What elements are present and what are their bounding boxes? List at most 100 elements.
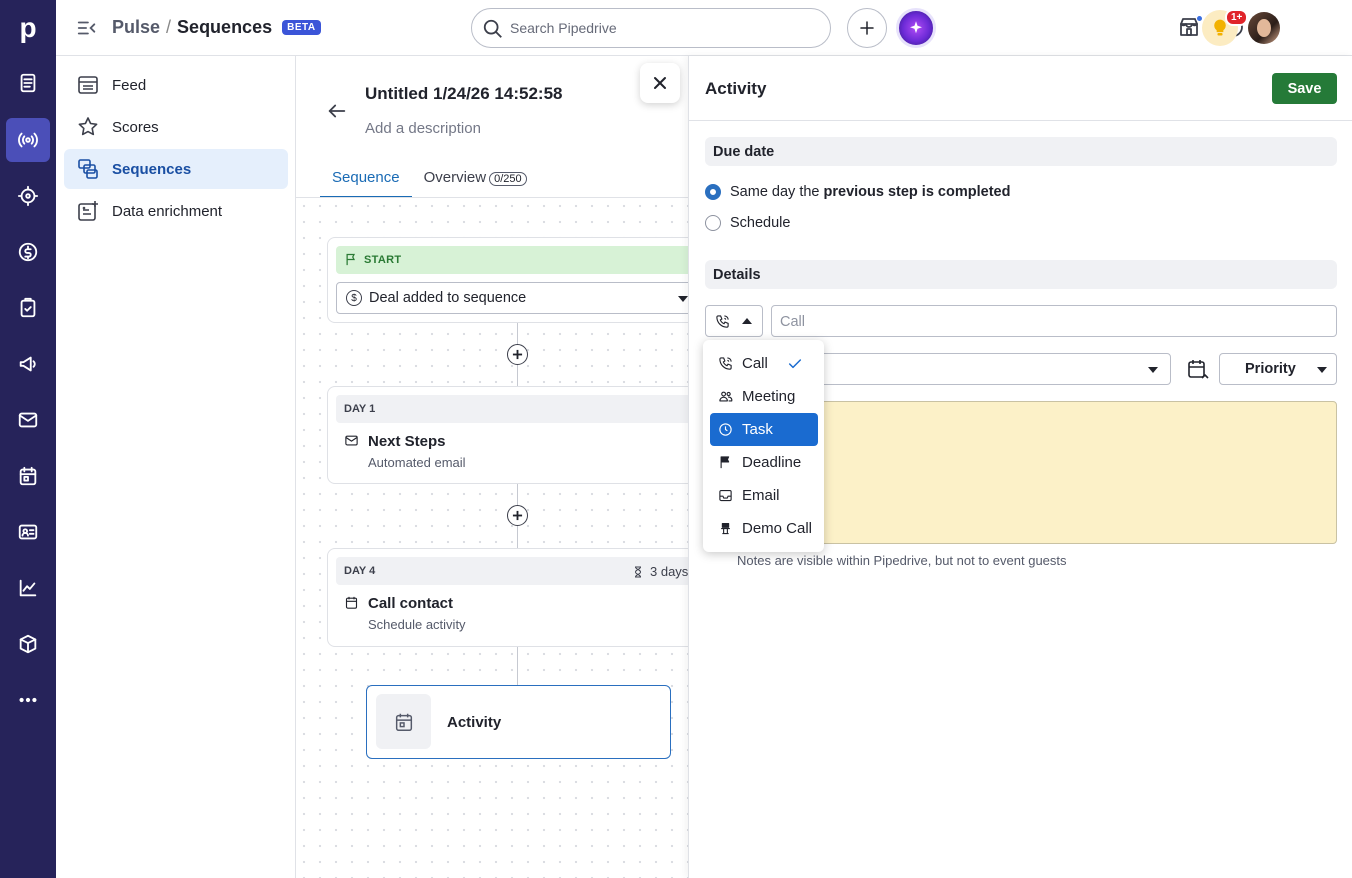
feed-icon xyxy=(76,73,100,97)
dropdown-option-task[interactable]: Task xyxy=(710,413,818,446)
sidebar-item-label: Sequences xyxy=(112,160,192,178)
overview-count-badge: 0/250 xyxy=(489,172,527,186)
deals-icon[interactable] xyxy=(6,230,50,274)
flag-icon xyxy=(718,455,734,471)
tab-sequence[interactable]: Sequence xyxy=(320,154,412,198)
trigger-select[interactable]: $ Deal added to sequence xyxy=(336,282,688,314)
radio-button[interactable] xyxy=(705,215,721,231)
subject-input[interactable]: Call xyxy=(771,305,1337,337)
search-input[interactable]: Search Pipedrive xyxy=(471,8,831,48)
step-subtitle: Schedule activity xyxy=(368,617,466,632)
target-icon[interactable] xyxy=(6,174,50,218)
sparkle-icon xyxy=(910,21,922,34)
leads-icon[interactable] xyxy=(6,61,50,105)
step-card-call-contact[interactable]: DAY 4 3 days Call contact Schedule activ… xyxy=(327,548,688,647)
search-placeholder: Search Pipedrive xyxy=(510,20,617,36)
pipedrive-logo[interactable]: p xyxy=(0,0,56,56)
sidebar-item-label: Feed xyxy=(112,76,147,94)
dropdown-option-email[interactable]: Email xyxy=(710,479,818,512)
ai-assistant-button[interactable] xyxy=(896,8,936,48)
sequence-description[interactable]: Add a description xyxy=(365,120,481,137)
hourglass-icon xyxy=(634,566,642,577)
email-tray-icon xyxy=(718,488,734,504)
user-avatar[interactable] xyxy=(1248,12,1280,44)
calendar-icon xyxy=(344,595,360,611)
details-heading: Details xyxy=(705,260,1337,289)
dropdown-option-call[interactable]: Call xyxy=(710,347,818,380)
step-subtitle: Automated email xyxy=(368,455,466,470)
dropdown-option-demo-call[interactable]: Demo Call xyxy=(710,512,818,545)
step-wait: 3 days xyxy=(632,564,688,579)
add-step-button[interactable] xyxy=(507,344,528,365)
pending-activity-step[interactable]: Activity xyxy=(366,685,671,759)
data-enrichment-icon xyxy=(76,199,100,223)
step-day-label: DAY 4 3 days xyxy=(336,557,688,585)
sidebar-item-data-enrichment[interactable]: Data enrichment xyxy=(64,191,288,231)
pending-step-label: Activity xyxy=(447,714,502,731)
phone-icon xyxy=(715,314,730,332)
sequence-editor: Untitled 1/24/26 14:52:58 Add a descript… xyxy=(296,56,688,878)
top-bar: Pulse / Sequences BETA Search Pipedrive xyxy=(56,0,1352,56)
step-day-label: DAY 1 xyxy=(336,395,688,423)
sidebar-item-label: Scores xyxy=(112,118,159,136)
notes-hint: Notes are visible within Pipedrive, but … xyxy=(737,553,1067,568)
collapse-menu-icon[interactable] xyxy=(76,17,98,39)
radio-button[interactable] xyxy=(705,184,721,200)
phone-icon xyxy=(718,356,734,372)
marketplace-icon[interactable] xyxy=(1177,15,1203,41)
plus-icon xyxy=(860,21,874,35)
calendar-icon[interactable] xyxy=(6,454,50,498)
tab-overview[interactable]: Overview 0/250 xyxy=(412,154,539,198)
sidebar-item-feed[interactable]: Feed xyxy=(64,65,288,105)
meeting-icon xyxy=(718,389,734,405)
more-icon[interactable] xyxy=(6,678,50,722)
sequence-canvas: START $ Deal added to sequence DAY 1 Nex… xyxy=(296,198,688,878)
radio-same-day[interactable]: Same day the previous step is completed xyxy=(705,184,1010,200)
breadcrumb-separator: / xyxy=(166,17,172,37)
activities-icon[interactable] xyxy=(6,286,50,330)
calendar-icon xyxy=(376,694,431,749)
activity-type-select[interactable] xyxy=(705,305,763,337)
pulse-sidebar: Feed Scores Sequences Data enrichment xyxy=(56,56,296,878)
radio-schedule[interactable]: Schedule xyxy=(705,215,790,231)
sidebar-item-label: Data enrichment xyxy=(112,202,223,220)
activity-type-dropdown: Call Meeting Task Deadline Email Demo Ca… xyxy=(703,340,824,552)
sequence-tabs: Sequence Overview 0/250 xyxy=(320,154,539,198)
pulse-icon[interactable] xyxy=(6,118,50,162)
notification-badge: 1+ xyxy=(1225,9,1249,26)
dollar-icon: $ xyxy=(346,290,362,306)
breadcrumb-current: Sequences xyxy=(177,17,273,37)
scores-icon xyxy=(76,115,100,139)
plus-icon xyxy=(512,510,523,521)
panel-title: Activity xyxy=(705,79,767,98)
campaigns-icon[interactable] xyxy=(6,342,50,386)
sidebar-item-sequences[interactable]: Sequences xyxy=(64,149,288,189)
insights-icon[interactable] xyxy=(6,566,50,610)
close-panel-button[interactable] xyxy=(640,63,680,103)
quick-add-button[interactable] xyxy=(847,8,887,48)
contacts-icon[interactable] xyxy=(6,510,50,554)
plus-icon xyxy=(512,349,523,360)
start-label: START xyxy=(336,246,688,274)
search-icon xyxy=(482,18,504,43)
sequence-title[interactable]: Untitled 1/24/26 14:52:58 xyxy=(365,84,562,104)
dropdown-option-deadline[interactable]: Deadline xyxy=(710,446,818,479)
mail-icon[interactable] xyxy=(6,398,50,442)
add-step-button[interactable] xyxy=(507,505,528,526)
products-icon[interactable] xyxy=(6,622,50,666)
priority-select[interactable]: Priority xyxy=(1219,353,1337,385)
assignee-select[interactable] xyxy=(819,353,1171,385)
notes-textarea[interactable] xyxy=(819,401,1337,544)
radio-label: Same day the previous step is completed xyxy=(730,184,1011,200)
start-step-card[interactable]: START $ Deal added to sequence xyxy=(327,237,688,323)
step-card-next-steps[interactable]: DAY 1 Next Steps Automated email xyxy=(327,386,688,484)
back-arrow-icon[interactable] xyxy=(326,100,348,122)
chevron-down-icon xyxy=(1148,367,1158,373)
save-button[interactable]: Save xyxy=(1272,73,1337,104)
left-rail: p xyxy=(0,0,56,878)
dropdown-option-meeting[interactable]: Meeting xyxy=(710,380,818,413)
calendar-sync-icon[interactable] xyxy=(1186,357,1210,384)
sidebar-item-scores[interactable]: Scores xyxy=(64,107,288,147)
breadcrumb-parent[interactable]: Pulse xyxy=(112,17,160,38)
connector-line xyxy=(517,646,518,686)
